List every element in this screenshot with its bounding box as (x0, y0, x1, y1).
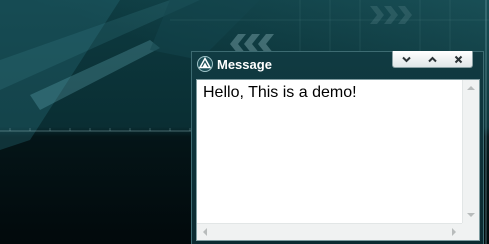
scrollbar-corner (462, 223, 479, 240)
scroll-left-arrow-icon[interactable] (203, 228, 207, 236)
message-text[interactable]: Hello, This is a demo! (197, 80, 462, 223)
chevron-up-icon (428, 56, 437, 63)
scroll-right-arrow-icon[interactable] (452, 228, 456, 236)
vertical-scrollbar[interactable] (462, 80, 479, 223)
close-icon (454, 55, 463, 64)
maximize-button[interactable] (419, 51, 445, 67)
window-titlebar[interactable]: Message (192, 51, 483, 78)
window-title: Message (217, 57, 272, 72)
horizontal-scrollbar[interactable] (197, 223, 462, 240)
close-button[interactable] (446, 51, 472, 67)
message-content-area: Hello, This is a demo! (196, 79, 480, 241)
window-controls (392, 51, 473, 68)
scroll-up-arrow-icon[interactable] (467, 86, 475, 90)
chevron-down-icon (401, 56, 411, 63)
message-window[interactable]: Message Hello, This is a demo! (191, 51, 484, 244)
scroll-down-arrow-icon[interactable] (467, 213, 475, 217)
minimize-button[interactable] (393, 51, 419, 67)
app-logo-icon (197, 56, 213, 72)
